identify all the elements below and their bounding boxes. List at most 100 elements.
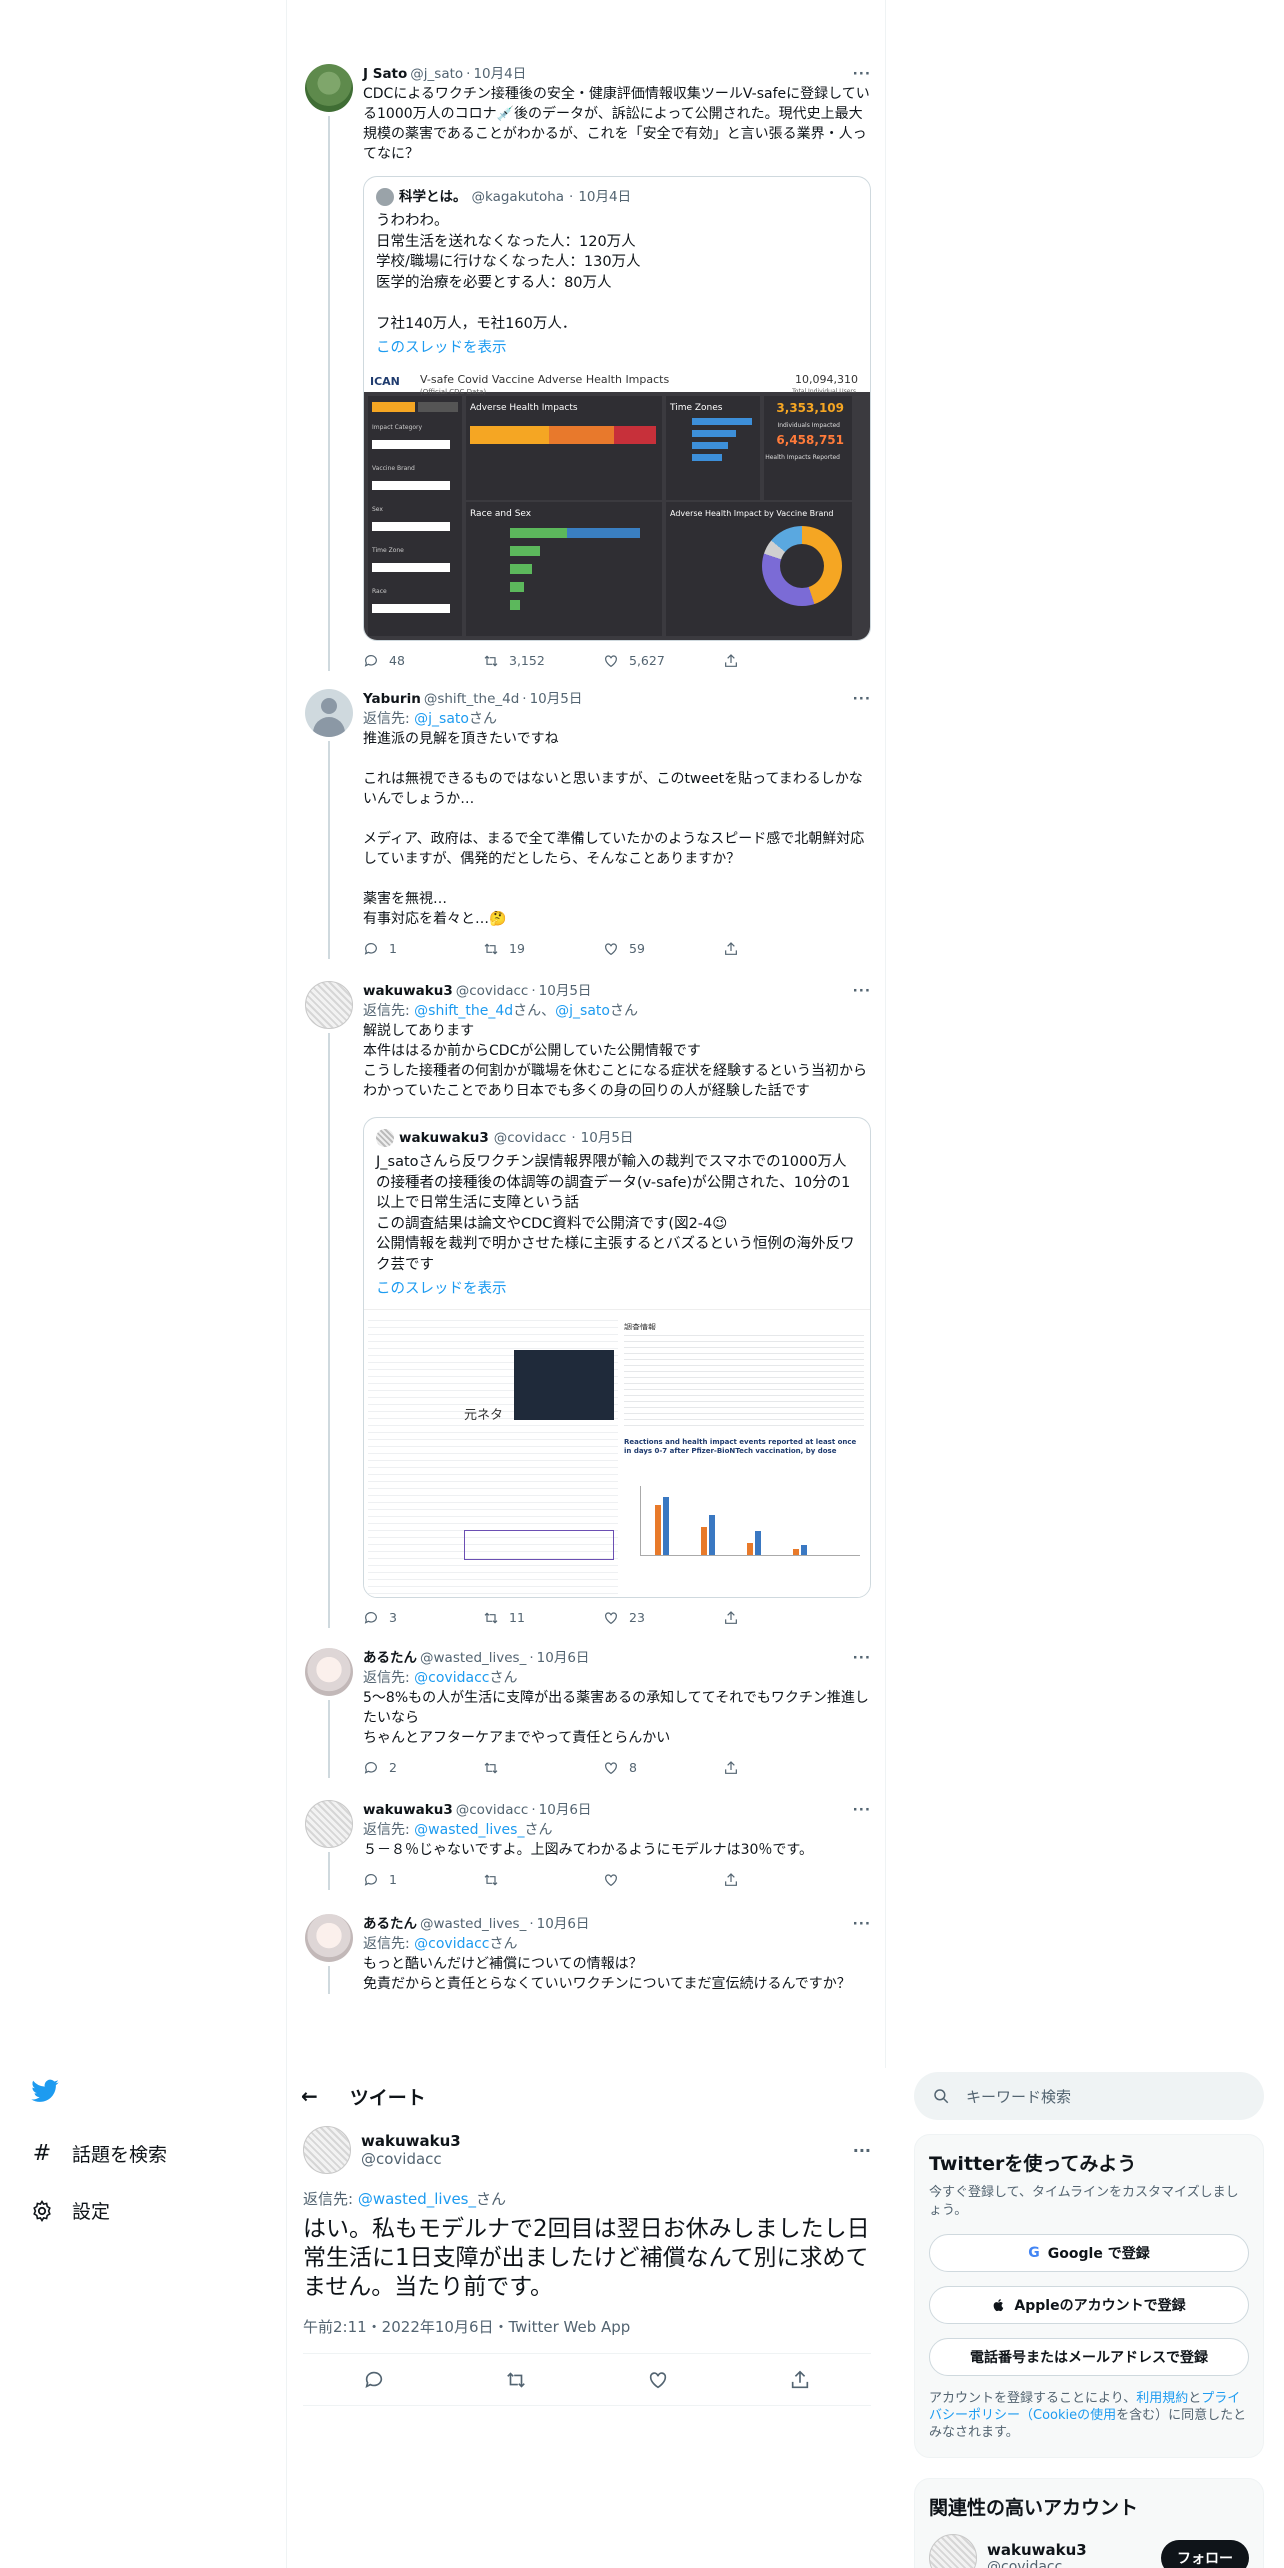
retweet-button[interactable]: 11 <box>483 1608 553 1628</box>
share-icon <box>725 1761 737 1774</box>
author-name[interactable]: Yaburin <box>363 689 421 709</box>
more-icon[interactable]: ··· <box>853 1648 871 1668</box>
tweet-date[interactable]: 10月5日 <box>539 981 592 1001</box>
tweet[interactable]: あるたん @wasted_lives_ · 10月6日 ··· 返信先: @co… <box>287 1648 887 1778</box>
author-handle[interactable]: @covidacc <box>456 1800 529 1820</box>
search-input[interactable]: キーワード検索 <box>914 2072 1264 2120</box>
author-name[interactable]: あるたん <box>363 1914 417 1934</box>
screenshot-collage-image[interactable]: 元ネタ 調査情報 Reactions and health impact eve… <box>364 1309 870 1597</box>
back-arrow-icon[interactable]: ← <box>301 2084 318 2108</box>
reply-button[interactable]: 1 <box>363 1870 433 1890</box>
tweet-date[interactable]: 10月6日 <box>537 1914 590 1934</box>
share-button[interactable] <box>723 1758 793 1778</box>
author-name[interactable]: wakuwaku3 <box>361 2132 461 2150</box>
nav-explore[interactable]: # 話題を検索 <box>30 2140 270 2167</box>
avatar[interactable] <box>305 689 353 737</box>
avatar[interactable] <box>305 1648 353 1696</box>
avatar[interactable] <box>305 64 353 112</box>
account-handle[interactable]: @covidacc <box>987 2559 1087 2568</box>
retweet-icon <box>484 1612 498 1624</box>
reply-button[interactable]: 48 <box>363 651 433 671</box>
relevant-account[interactable]: wakuwaku3 @covidacc フォロー <box>929 2534 1249 2568</box>
avatar[interactable] <box>303 2126 351 2174</box>
tweet[interactable]: あるたん @wasted_lives_ · 10月6日 ··· 返信先: @co… <box>287 1914 887 1994</box>
tweet[interactable]: wakuwaku3 @covidacc · 10月6日 ··· 返信先: @wa… <box>287 1800 887 1890</box>
like-button[interactable]: 8 <box>603 1758 673 1778</box>
right-sidebar: キーワード検索 Twitterを使ってみよう 今すぐ登録して、タイムラインをカス… <box>914 2072 1264 2568</box>
mention-link[interactable]: @wasted_lives_ <box>358 2190 476 2208</box>
author-handle[interactable]: @wasted_lives_ <box>420 1914 526 1934</box>
reply-button[interactable]: 3 <box>363 1608 433 1628</box>
mention-link[interactable]: @j_sato <box>414 711 469 727</box>
reply-button[interactable]: 1 <box>363 939 433 959</box>
terms-link[interactable]: 利用規約 <box>1136 2391 1188 2406</box>
avatar[interactable] <box>305 1914 353 1962</box>
heart-icon[interactable] <box>647 2369 669 2391</box>
mention-link[interactable]: @covidacc <box>414 1670 489 1686</box>
mention-link[interactable]: @covidacc <box>414 1936 489 1952</box>
author-name[interactable]: wakuwaku3 <box>363 981 453 1001</box>
more-icon[interactable]: ··· <box>853 689 871 709</box>
retweet-button[interactable]: 19 <box>483 939 553 959</box>
quoted-date: 10月5日 <box>580 1130 634 1146</box>
like-button[interactable]: 5,627 <box>603 651 673 671</box>
tweet-date[interactable]: 10月6日 <box>539 1800 592 1820</box>
share-button[interactable] <box>723 651 793 671</box>
follow-button[interactable]: フォロー <box>1161 2540 1249 2568</box>
tweet[interactable]: wakuwaku3 @covidacc · 10月5日 ··· 返信先: @sh… <box>287 981 887 1628</box>
mention-link[interactable]: @shift_the_4d <box>414 1003 513 1019</box>
author-handle[interactable]: @covidacc <box>456 981 529 1001</box>
tweet[interactable]: Yaburin @shift_the_4d · 10月5日 ··· 返信先: @… <box>287 689 887 959</box>
more-icon[interactable]: ··· <box>853 64 871 84</box>
phone-email-signup-button[interactable]: 電話番号またはメールアドレスで登録 <box>929 2338 1249 2376</box>
dashboard-image[interactable]: ICAN V-safe Covid Vaccine Adverse Health… <box>364 368 870 640</box>
share-button[interactable] <box>723 939 793 959</box>
more-icon[interactable]: ··· <box>853 1914 871 1934</box>
author-handle[interactable]: @j_sato <box>410 64 463 84</box>
thread-line <box>328 1033 330 1628</box>
author-handle[interactable]: @wasted_lives_ <box>420 1648 526 1668</box>
share-button[interactable] <box>723 1608 793 1628</box>
tweet-date[interactable]: 10月6日 <box>537 1648 590 1668</box>
quoted-tweet[interactable]: wakuwaku3 @covidacc · 10月5日 J_satoさんら反ワク… <box>363 1117 871 1598</box>
retweet-button[interactable] <box>483 1758 553 1778</box>
nav-settings[interactable]: 設定 <box>30 2197 270 2224</box>
author-name[interactable]: wakuwaku3 <box>363 1800 453 1820</box>
google-signup-button[interactable]: G Google で登録 <box>929 2234 1249 2272</box>
reply-icon[interactable] <box>363 2369 385 2391</box>
cookie-link[interactable]: （Cookieの使用 <box>1020 2408 1116 2423</box>
author-name[interactable]: J Sato <box>363 64 407 84</box>
like-button[interactable]: 59 <box>603 939 673 959</box>
quoted-tweet[interactable]: 科学とは。 @kagakutoha · 10月4日 うわわわ。 日常生活を送れな… <box>363 176 871 641</box>
author-handle[interactable]: @covidacc <box>361 2150 461 2168</box>
more-icon[interactable]: ··· <box>853 2141 871 2160</box>
account-name[interactable]: wakuwaku3 <box>987 2541 1087 2559</box>
tweet[interactable]: J Sato @j_sato · 10月4日 ··· CDCによるワクチン接種後… <box>287 64 887 671</box>
apple-signup-button[interactable]: Appleのアカウントで登録 <box>929 2286 1249 2324</box>
reply-icon <box>364 1612 377 1624</box>
retweet-icon[interactable] <box>505 2369 527 2391</box>
author-name[interactable]: あるたん <box>363 1648 417 1668</box>
like-button[interactable] <box>603 1870 673 1890</box>
retweet-button[interactable]: 3,152 <box>483 651 553 671</box>
twitter-bird-icon[interactable] <box>30 2076 60 2106</box>
show-thread-link[interactable]: このスレッドを表示 <box>376 338 858 358</box>
avatar[interactable] <box>305 981 353 1029</box>
tweet-date[interactable]: 10月4日 <box>473 64 526 84</box>
like-button[interactable]: 23 <box>603 1608 673 1628</box>
more-icon[interactable]: ··· <box>853 981 871 1001</box>
more-icon[interactable]: ··· <box>853 1800 871 1820</box>
share-button[interactable] <box>723 1870 793 1890</box>
mention-link[interactable]: @wasted_lives_ <box>414 1822 524 1838</box>
avatar[interactable] <box>305 1800 353 1848</box>
reply-button[interactable]: 2 <box>363 1758 433 1778</box>
show-thread-link[interactable]: このスレッドを表示 <box>376 1279 858 1299</box>
tweet-text: ５－８％じゃないですよ。上図みてわかるようにモデルナは30％です。 <box>363 1842 813 1858</box>
avatar[interactable] <box>929 2534 977 2568</box>
tweet-date[interactable]: 10月5日 <box>530 689 583 709</box>
tweet-timestamp[interactable]: 午前2:11・2022年10月6日・Twitter Web App <box>303 2316 871 2354</box>
author-handle[interactable]: @shift_the_4d <box>424 689 519 709</box>
retweet-button[interactable] <box>483 1870 553 1890</box>
share-icon[interactable] <box>789 2369 811 2391</box>
mention-link[interactable]: @j_sato <box>555 1003 610 1019</box>
